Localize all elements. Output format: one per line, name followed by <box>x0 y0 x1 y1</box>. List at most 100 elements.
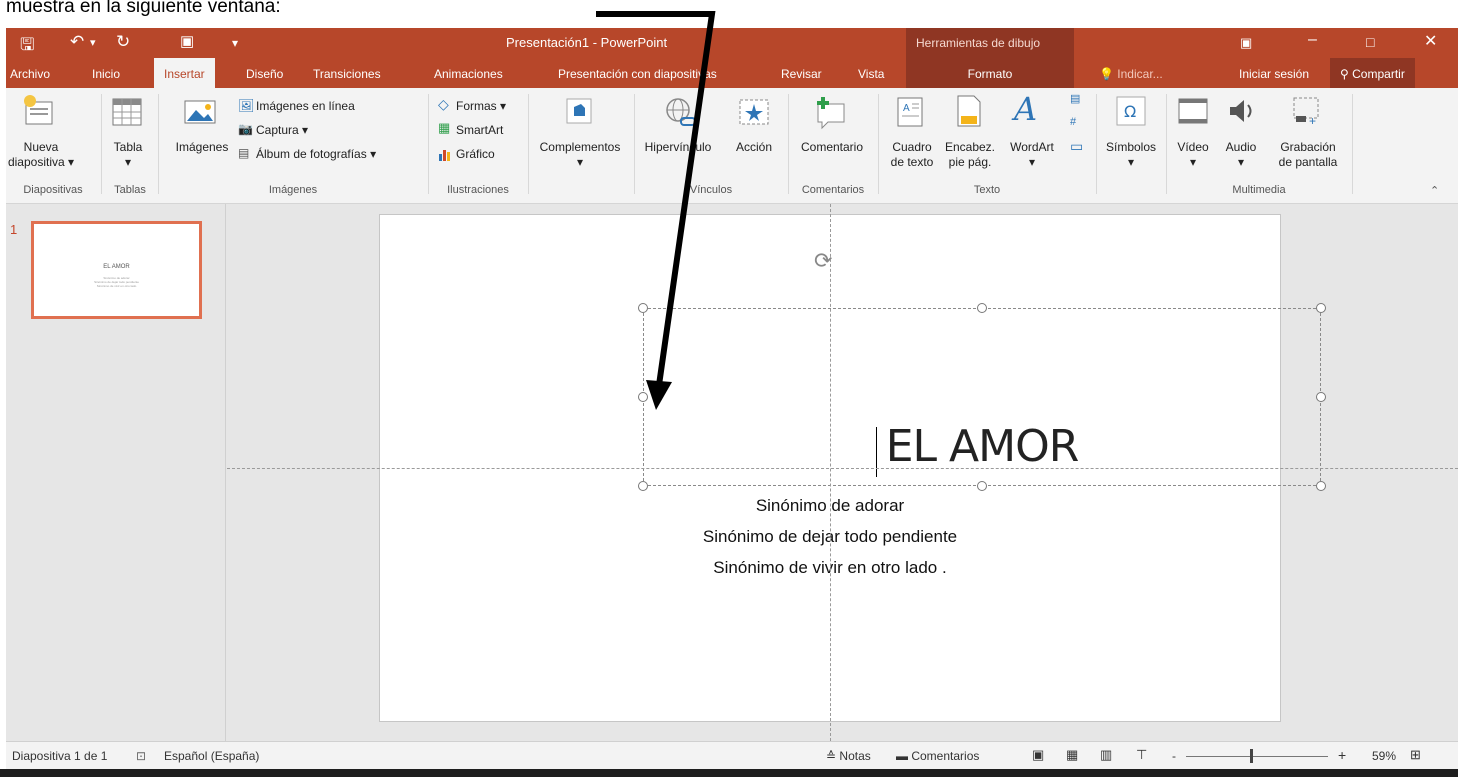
screen-recording-label: Grabación <box>1280 140 1336 154</box>
wordart-dropdown-label: ▾ <box>1028 155 1036 169</box>
screenshot-button[interactable]: Captura ▾ <box>256 122 308 138</box>
tab-inicio[interactable]: Inicio <box>92 58 120 88</box>
new-slide-button[interactable]: Nueva diapositiva ▾ <box>6 140 76 170</box>
thumbnail-title: EL AMOR <box>103 264 130 270</box>
redo-icon[interactable]: ↻ <box>116 32 130 52</box>
slide-title[interactable]: EL AMOR <box>644 421 1320 472</box>
chart-icon <box>439 150 450 161</box>
spelling-icon[interactable]: ⊡ <box>136 749 146 763</box>
shapes-button[interactable]: Formas ▾ <box>456 98 506 114</box>
text-box-label: Cuadro <box>892 140 932 154</box>
reading-view-icon[interactable]: ▥ <box>1100 747 1112 763</box>
add-ins-button[interactable]: Complementos ▾ <box>530 140 630 170</box>
wordart-button[interactable]: WordArt ▾ <box>1002 140 1062 170</box>
tab-revisar[interactable]: Revisar <box>781 58 822 88</box>
comment-button[interactable]: Comentario <box>790 140 874 155</box>
resize-handle[interactable] <box>977 481 987 491</box>
close-icon[interactable]: ✕ <box>1424 31 1437 51</box>
audio-icon <box>1230 100 1252 122</box>
normal-view-icon[interactable]: ▣ <box>1032 747 1044 763</box>
symbols-dropdown-label: ▾ <box>1127 155 1135 169</box>
action-button[interactable]: Acción <box>728 140 780 155</box>
notes-label: Notas <box>839 749 871 763</box>
slideshow-view-icon[interactable]: ⊤ <box>1136 747 1147 763</box>
video-label: Vídeo <box>1177 140 1209 154</box>
slide-sorter-icon[interactable]: ▦ <box>1066 747 1078 763</box>
ribbon-tab-bar: Archivo Inicio Insertar Diseño Transicio… <box>6 58 1458 88</box>
title-placeholder[interactable]: EL AMOR <box>638 303 1326 491</box>
sign-in-link[interactable]: Iniciar sesión <box>1239 58 1309 88</box>
tab-diseno[interactable]: Diseño <box>246 58 283 88</box>
screenshot-icon: 📷 <box>238 122 253 136</box>
table-button[interactable]: Tabla ▾ <box>110 140 146 170</box>
tab-formato[interactable]: Formato <box>906 58 1074 88</box>
undo-icon[interactable]: ↶ <box>70 32 84 52</box>
hyperlink-button[interactable]: Hipervínculo <box>638 140 718 155</box>
text-box-icon: A <box>897 97 923 127</box>
ribbon-display-options-icon[interactable]: ▣ <box>1240 35 1252 51</box>
zoom-slider-thumb[interactable] <box>1250 749 1253 763</box>
tab-insertar[interactable]: Insertar <box>154 58 215 88</box>
resize-handle[interactable] <box>1316 481 1326 491</box>
online-pictures-button[interactable]: Imágenes en línea <box>256 98 355 114</box>
document-caption: muestra en la siguiente ventana: <box>6 0 281 17</box>
tell-me-search[interactable]: 💡 Indicar... <box>1099 58 1163 88</box>
tab-archivo[interactable]: Archivo <box>10 58 50 88</box>
slide-number-icon[interactable]: # <box>1070 116 1076 128</box>
group-separator <box>1096 94 1097 194</box>
group-label-diapositivas: Diapositivas <box>23 184 83 196</box>
zoom-out-button[interactable]: - <box>1172 749 1176 763</box>
header-footer-label-2: pie pág. <box>948 155 992 169</box>
svg-text:+: + <box>1309 114 1316 128</box>
group-label-imagenes: Imágenes <box>268 184 318 196</box>
text-box-button[interactable]: Cuadro de texto <box>884 140 940 170</box>
tab-vista[interactable]: Vista <box>858 58 884 88</box>
table-label: Tabla <box>113 140 143 154</box>
online-pictures-icon: 🖼 <box>238 98 255 113</box>
share-button[interactable]: ⚲ Compartir <box>1330 58 1415 88</box>
maximize-icon[interactable]: □ <box>1366 34 1374 50</box>
slide-thumbnail[interactable]: EL AMOR Sinónimo de adorar Sinónimo de d… <box>31 221 202 319</box>
tab-transiciones[interactable]: Transiciones <box>313 58 381 88</box>
resize-handle[interactable] <box>638 303 648 313</box>
lightbulb-icon: 💡 <box>1099 67 1114 81</box>
zoom-in-button[interactable]: + <box>1338 747 1346 763</box>
tab-animaciones[interactable]: Animaciones <box>434 58 503 88</box>
tab-presentacion[interactable]: Presentación con diapositivas <box>558 58 717 88</box>
video-button[interactable]: Vídeo ▾ <box>1172 140 1214 170</box>
object-icon[interactable]: ▭ <box>1070 138 1083 155</box>
customize-toolbar-icon[interactable]: ▾ <box>232 36 238 50</box>
header-footer-button[interactable]: Encabez. pie pág. <box>940 140 1000 170</box>
smartart-button[interactable]: SmartArt <box>456 122 503 138</box>
photo-album-button[interactable]: Álbum de fotografías ▾ <box>256 146 376 162</box>
resize-handle[interactable] <box>1316 392 1326 402</box>
undo-dropdown-icon[interactable]: ▾ <box>90 36 96 49</box>
language-status[interactable]: Español (España) <box>164 749 259 763</box>
powerpoint-window: 🖫 ↶ ▾ ↻ ▣ ▾ Presentación1 - PowerPoint H… <box>6 28 1458 769</box>
group-separator <box>428 94 429 194</box>
zoom-level[interactable]: 59% <box>1372 749 1396 763</box>
resize-handle[interactable] <box>638 392 648 402</box>
group-separator <box>101 94 102 194</box>
save-icon[interactable]: 🖫 <box>20 32 34 61</box>
comments-button[interactable]: ▬ Comentarios <box>896 749 979 763</box>
vertical-guide[interactable] <box>830 204 831 741</box>
zoom-slider[interactable] <box>1186 756 1328 757</box>
audio-button[interactable]: Audio ▾ <box>1220 140 1262 170</box>
resize-handle[interactable] <box>1316 303 1326 313</box>
notes-button[interactable]: ≙ Notas <box>826 749 871 763</box>
fit-to-window-icon[interactable]: ⊞ <box>1410 747 1421 763</box>
screen-recording-label-2: de pantalla <box>1278 155 1338 169</box>
collapse-ribbon-icon[interactable]: ⌃ <box>1430 184 1439 197</box>
status-bar: Diapositiva 1 de 1 ⊡ Español (España) ≙ … <box>6 741 1458 769</box>
horizontal-guide[interactable] <box>227 468 1458 469</box>
pictures-button[interactable]: Imágenes <box>170 140 234 155</box>
start-presentation-icon[interactable]: ▣ <box>180 32 194 50</box>
symbols-button[interactable]: Símbolos ▾ <box>1098 140 1164 170</box>
screen-recording-button[interactable]: Grabación de pantalla <box>1268 140 1348 170</box>
minimize-icon[interactable]: – <box>1308 31 1317 49</box>
chart-button[interactable]: Gráfico <box>456 146 495 162</box>
resize-handle[interactable] <box>638 481 648 491</box>
resize-handle[interactable] <box>977 303 987 313</box>
date-time-icon[interactable]: ▤ <box>1070 92 1080 105</box>
